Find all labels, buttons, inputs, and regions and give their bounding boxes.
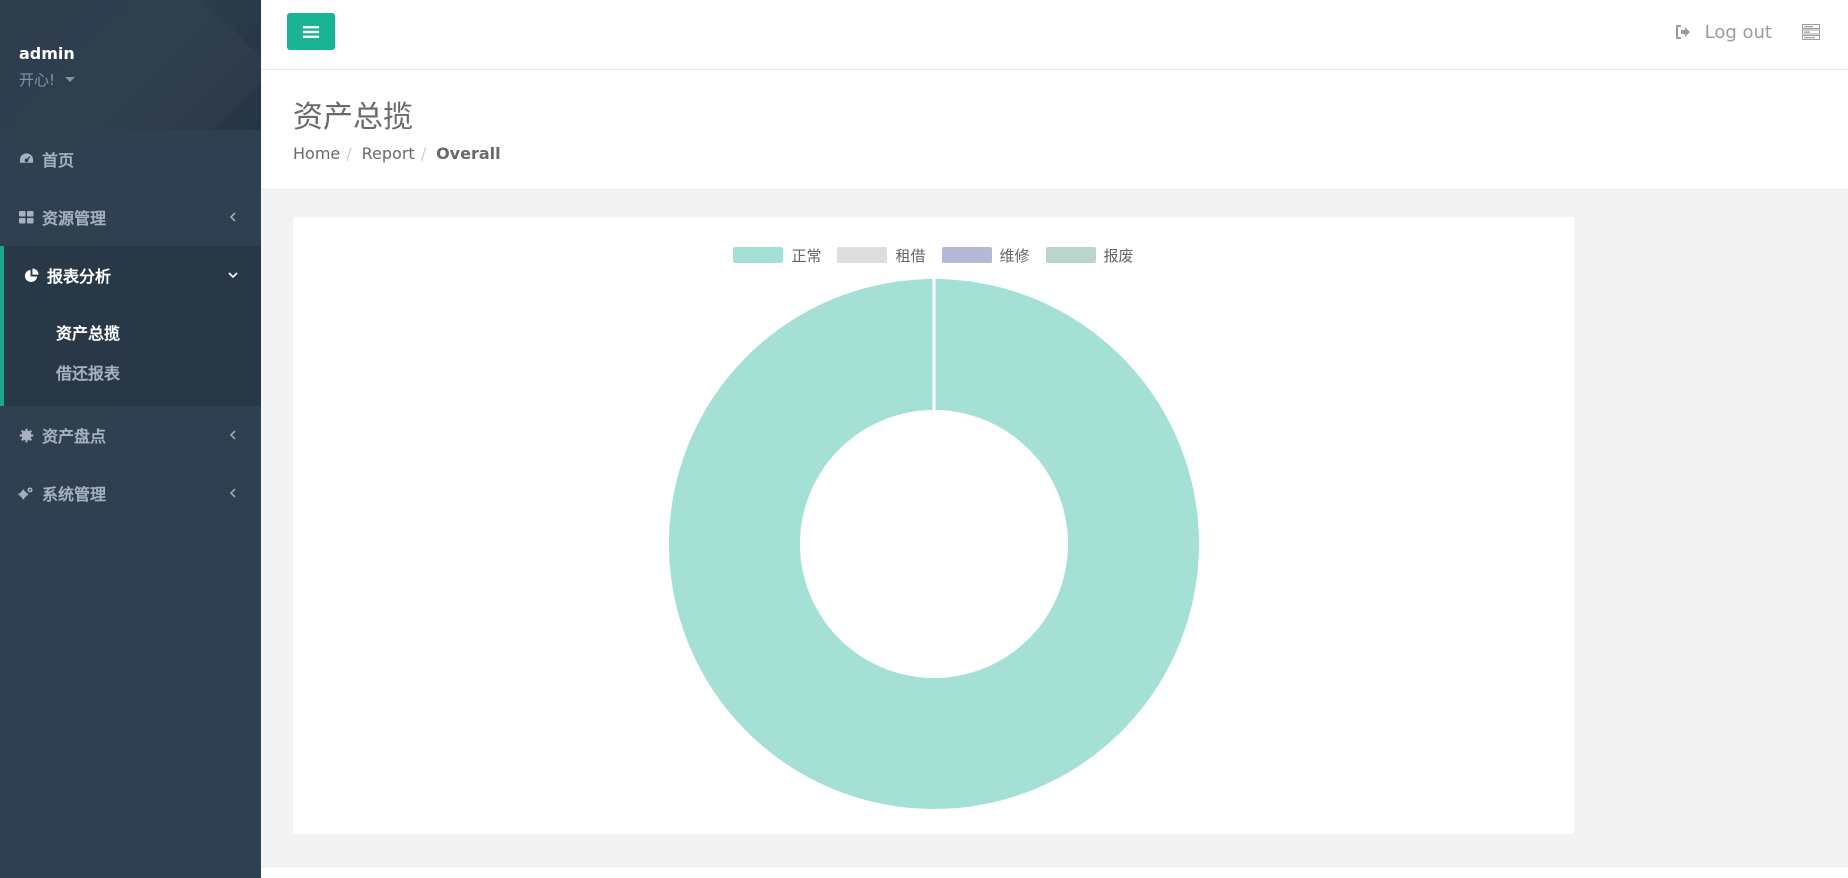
sidebar-item-reports[interactable]: 报表分析 [4, 246, 261, 304]
hamburger-icon [303, 25, 319, 38]
sidebar-item-label: 资源管理 [42, 209, 107, 228]
caret-down-icon [65, 77, 76, 82]
tasks-icon[interactable] [1802, 24, 1820, 40]
sidebar-item-home[interactable]: 首页 [0, 130, 261, 188]
sidebar-item-label: 资产盘点 [42, 427, 107, 446]
sidebar-group-reports: 报表分析 资产总揽 借还报表 [0, 246, 261, 406]
sidebar-item-label: 首页 [42, 151, 75, 170]
sidebar-item-resources[interactable]: 资源管理 [0, 188, 261, 246]
breadcrumb-current: Overall [436, 144, 501, 163]
sidebar: admin 开心! 首页 资源管理 报表分析 资产总揽 借还报表 资产盘点 系统… [0, 0, 261, 878]
top-navbar: Log out [261, 0, 1848, 70]
submenu-item-asset-overview[interactable]: 资产总揽 [4, 312, 261, 352]
chart-panel: 正常 租借 维修 报废 [293, 217, 1574, 834]
sidebar-item-label: 报表分析 [47, 267, 112, 286]
cogs-icon [18, 485, 34, 501]
dashboard-icon [18, 151, 34, 167]
breadcrumb-report[interactable]: Report [362, 144, 415, 163]
page-heading: 资产总揽 Home / Report / Overall [261, 70, 1848, 190]
logout-label: Log out [1704, 21, 1772, 43]
grid-icon [18, 209, 34, 225]
toggle-sidebar-button[interactable] [287, 13, 335, 50]
sidebar-item-label: 系统管理 [42, 485, 107, 504]
logout-link[interactable]: Log out [1675, 18, 1772, 46]
profile-name[interactable]: admin [19, 44, 261, 63]
profile-status-dropdown[interactable]: 开心! [19, 69, 261, 90]
profile-status-text: 开心! [19, 71, 56, 89]
asset-status-doughnut-chart [668, 279, 1199, 809]
profile-panel: admin 开心! [0, 0, 261, 130]
sidebar-item-system[interactable]: 系统管理 [0, 464, 261, 522]
sign-out-icon [1675, 25, 1690, 39]
sidebar-item-inventory[interactable]: 资产盘点 [0, 406, 261, 464]
breadcrumb-home[interactable]: Home [293, 144, 340, 163]
chevron-left-icon [229, 212, 236, 222]
breadcrumb-separator: / [346, 144, 352, 163]
chevron-down-icon [228, 272, 238, 279]
breadcrumb-separator: / [420, 144, 427, 163]
breadcrumb: Home / Report / Overall [293, 144, 501, 163]
chevron-left-icon [229, 488, 236, 498]
chevron-left-icon [229, 430, 236, 440]
reports-submenu: 资产总揽 借还报表 [4, 304, 261, 406]
pie-chart-icon [23, 267, 39, 283]
page-title: 资产总揽 [293, 100, 413, 135]
submenu-item-borrow-return-report[interactable]: 借还报表 [4, 352, 261, 392]
footer-strip [261, 866, 1848, 878]
gear-icon [18, 427, 34, 443]
